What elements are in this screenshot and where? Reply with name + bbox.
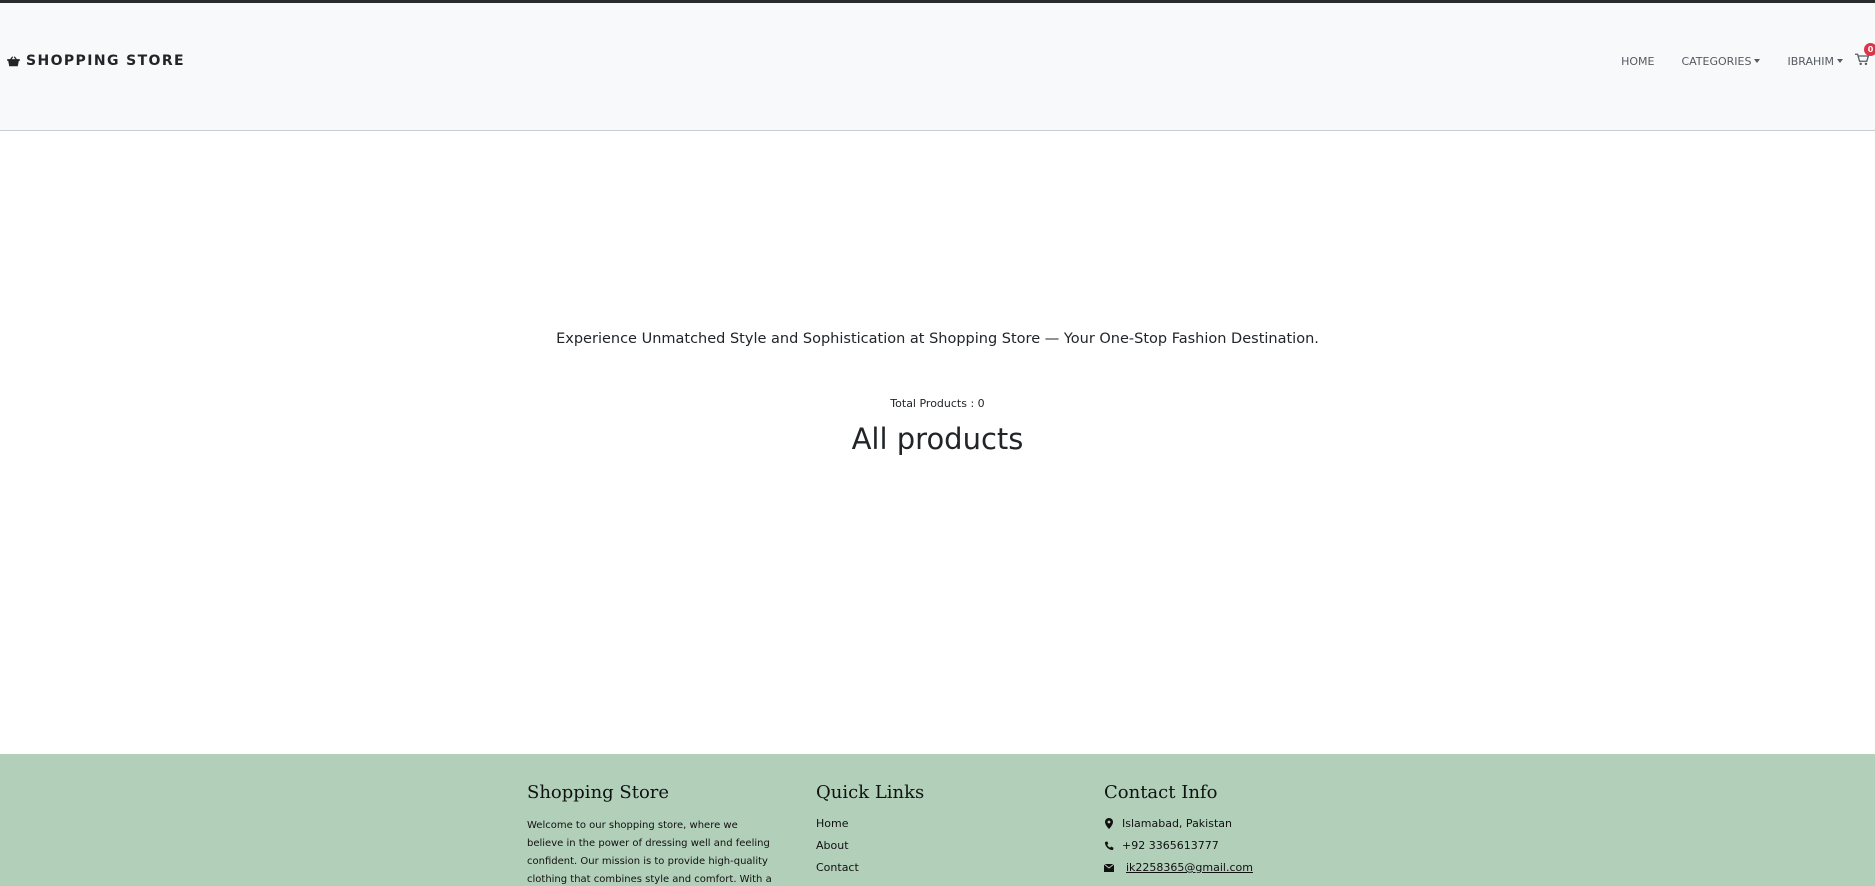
footer-quick-links-column: Quick Links Home About Contact (816, 782, 1066, 883)
contact-address-text: Islamabad, Pakistan (1122, 817, 1232, 830)
nav-user-dropdown[interactable]: IBRAHIM (1787, 55, 1843, 68)
caret-down-icon (1837, 59, 1843, 63)
page-heading: All products (851, 422, 1024, 456)
contact-address: Islamabad, Pakistan (1104, 817, 1404, 830)
main-content: Experience Unmatched Style and Sophistic… (0, 131, 1875, 754)
cart-count-badge: 0 (1864, 43, 1875, 56)
phone-icon (1104, 840, 1114, 851)
footer-link-contact[interactable]: Contact (816, 861, 1066, 874)
brand-link[interactable]: SHOPPING STORE (7, 53, 185, 69)
navbar: SHOPPING STORE HOME CATEGORIES IBRAHIM 0 (0, 3, 1875, 131)
nav-links: HOME CATEGORIES IBRAHIM 0 (1621, 43, 1875, 69)
footer-link-home[interactable]: Home (816, 817, 1066, 830)
footer-link-about[interactable]: About (816, 839, 1066, 852)
footer-quick-links-title: Quick Links (816, 782, 925, 803)
cart-button[interactable]: 0 (1855, 43, 1875, 69)
footer-about-column: Shopping Store Welcome to our shopping s… (527, 782, 777, 886)
total-products-count: Total Products : 0 (890, 397, 985, 410)
nav-home-label: HOME (1621, 54, 1655, 68)
contact-phone-text: +92 3365613777 (1122, 839, 1219, 852)
footer-contact-column: Contact Info Islamabad, Pakistan +92 336… (1104, 782, 1404, 883)
footer: Shopping Store Welcome to our shopping s… (0, 754, 1875, 886)
nav-home[interactable]: HOME (1621, 55, 1654, 68)
contact-email: ik2258365@gmail.com (1104, 861, 1404, 874)
nav-categories-label: CATEGORIES (1681, 54, 1752, 68)
nav-user-label: IBRAHIM (1787, 54, 1834, 68)
contact-email-link[interactable]: ik2258365@gmail.com (1126, 861, 1253, 874)
footer-about-text: Welcome to our shopping store, where we … (527, 820, 772, 885)
hero-tagline: Experience Unmatched Style and Sophistic… (556, 331, 1319, 347)
caret-down-icon (1754, 59, 1761, 63)
envelope-icon (1104, 862, 1114, 873)
brand-name: SHOPPING STORE (26, 53, 185, 69)
footer-about-title: Shopping Store (527, 782, 670, 803)
contact-phone: +92 3365613777 (1104, 839, 1404, 852)
basket-icon (7, 55, 20, 66)
map-marker-icon (1104, 818, 1114, 829)
nav-categories-dropdown[interactable]: CATEGORIES (1681, 54, 1761, 68)
footer-contact-title: Contact Info (1104, 782, 1218, 803)
